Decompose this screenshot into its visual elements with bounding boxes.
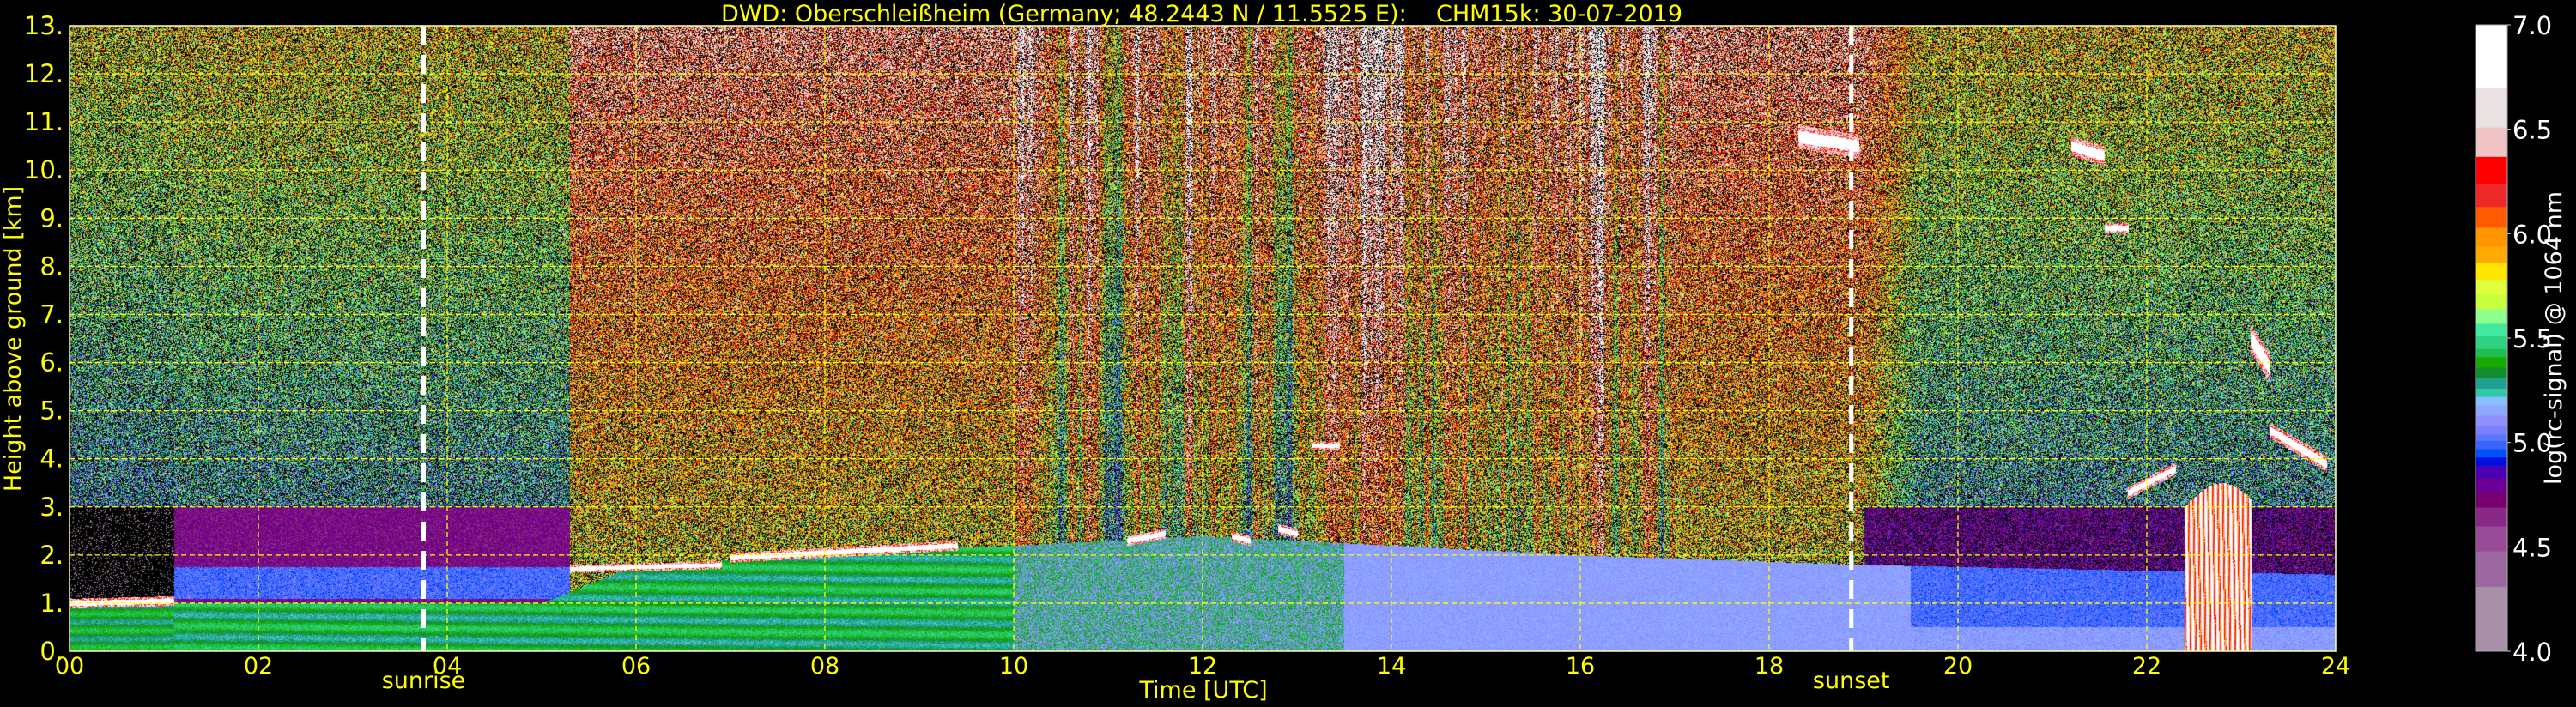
colorbar-label: log(rc-signal) @ 1064 nm [2541, 191, 2567, 485]
y-tick-label: 10. [24, 155, 64, 184]
y-axis-label: Height above ground [km] [0, 186, 27, 492]
colorbar-bin [2476, 293, 2507, 310]
y-tick-label: 4. [39, 444, 64, 474]
x-tick-label: 14 [1377, 653, 1406, 680]
colorbar-bin [2476, 448, 2507, 458]
colorbar-bin [2476, 456, 2507, 466]
x-tick-label: 06 [621, 653, 651, 680]
colorbar [2475, 24, 2508, 652]
x-tick-label: 12 [1188, 653, 1217, 680]
colorbar-bin [2476, 88, 2507, 128]
y-tick-label: 9. [39, 203, 64, 233]
colorbar-bin [2476, 367, 2507, 378]
ceilometer-plot: sunrise sunset DWD: Oberschleißheim (Germ… [0, 0, 2576, 707]
colorbar-bin [2476, 586, 2507, 652]
annotation-lines: sunrise sunset [382, 26, 1890, 694]
colorbar-tick-label: 7.0 [2512, 11, 2552, 40]
colorbar-bin [2476, 183, 2507, 208]
colorbar-bin [2476, 263, 2507, 281]
colorbar-bin [2476, 323, 2507, 337]
x-tick-label: 22 [2132, 653, 2161, 680]
chart-title: DWD: Oberschleißheim (Germany; 48.2443 N… [721, 1, 1682, 27]
plot-overlay: sunrise sunset DWD: Oberschleißheim (Germ… [0, 1, 2567, 704]
colorbar-bin [2476, 433, 2507, 441]
y-tick-label: 3. [39, 492, 64, 522]
y-tick-labels: 0.1.2.3.4.5.6.7.8.9.10.11.12.13. [24, 11, 64, 666]
colorbar-tick-label: 4.5 [2512, 533, 2552, 562]
y-tick-label: 12. [24, 59, 64, 88]
colorbar-bin [2476, 465, 2507, 479]
y-tick-label: 8. [39, 251, 64, 281]
colorbar-bin [2476, 245, 2507, 263]
colorbar-bin [2476, 440, 2507, 450]
x-tick-label: 08 [810, 653, 839, 680]
grid-lines [70, 26, 2336, 651]
y-tick-label: 6. [39, 348, 64, 378]
colorbar-bin [2476, 478, 2507, 493]
x-tick-label: 18 [1755, 653, 1784, 680]
x-tick-label: 10 [999, 653, 1028, 680]
colorbar-bin [2476, 388, 2507, 397]
y-tick-label: 7. [39, 299, 64, 329]
colorbar-bin [2476, 227, 2507, 247]
colorbar-bin [2476, 279, 2507, 295]
y-tick-label: 1. [39, 589, 64, 618]
colorbar-bin [2476, 396, 2507, 406]
colorbar-bin [2476, 415, 2507, 426]
colorbar-bin [2476, 127, 2507, 157]
colorbar-tick-label: 4.0 [2512, 638, 2552, 667]
y-tick-label: 13. [24, 11, 64, 40]
colorbar-bin [2476, 156, 2507, 184]
x-axis-label: Time [UTC] [1138, 677, 1267, 704]
x-tick-label: 24 [2321, 653, 2350, 680]
colorbar-tick-label: 6.5 [2512, 116, 2552, 145]
sunset-label: sunset [1813, 668, 1890, 694]
y-tick-label: 2. [39, 541, 64, 570]
x-tick-label: 20 [1943, 653, 1973, 680]
colorbar-bin [2476, 335, 2507, 349]
x-tick-label: 16 [1566, 653, 1595, 680]
colorbar-bin [2476, 348, 2507, 358]
colorbar-bin [2476, 492, 2507, 508]
x-tick-label: 00 [55, 653, 84, 680]
colorbar-bin [2476, 404, 2507, 416]
colorbar-bin [2476, 507, 2507, 527]
colorbar-bin [2476, 356, 2507, 368]
colorbar-bin [2476, 551, 2507, 588]
colorbar-bin [2476, 526, 2507, 552]
y-tick-label: 5. [39, 396, 64, 426]
x-tick-label: 02 [244, 653, 273, 680]
colorbar-bin [2476, 25, 2507, 88]
colorbar-bin [2476, 206, 2507, 228]
colorbar-bin [2476, 426, 2507, 435]
colorbar-bin [2476, 308, 2507, 324]
x-tick-label: 04 [433, 653, 462, 680]
colorbar-bin [2476, 378, 2507, 389]
y-tick-label: 11. [24, 107, 64, 136]
